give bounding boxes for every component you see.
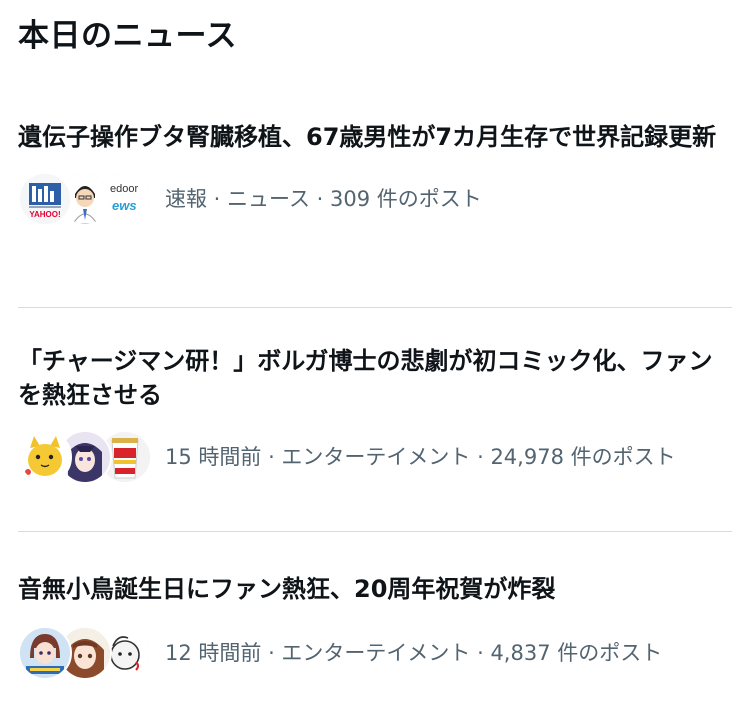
idolmaster-avatar-icon [18,626,72,680]
news-meta-text: 15 時間前 · エンターテイメント · 24,978 件のポスト [165,445,676,469]
section-title: 本日のニュース [18,18,237,54]
news-meta-row: YAHOO! edoor ews 速報 · ニュース · 309 件のポスト [18,172,732,226]
news-headline[interactable]: 遺伝子操作ブタ腎臓移植、67歳男性が7カ月生存で世界記録更新 [18,120,718,154]
yahoo-news-logo-icon: YAHOO! [18,172,72,226]
news-meta-text: 速報 · ニュース · 309 件のポスト [165,187,482,211]
avatar-logo-text: YAHOO! [29,210,60,219]
news-headline[interactable]: 音無小鳥誕生日にファン熱狂、20周年祝賀が炸裂 [18,572,718,606]
news-item[interactable]: 遺伝子操作ブタ腎臓移植、67歳男性が7カ月生存で世界記録更新 YAHOO! ed… [18,120,732,226]
avatar-stack [18,626,152,680]
avatar-stack [18,430,152,484]
news-item[interactable]: 音無小鳥誕生日にファン熱狂、20周年祝賀が炸裂 12 時間前 · エンターテイメ… [18,572,732,680]
trending-news-panel: 本日のニュース 遺伝子操作ブタ腎臓移植、67歳男性が7カ月生存で世界記録更新 Y… [0,0,745,716]
avatar-logo-text: edoor [110,183,138,195]
news-meta-row: 15 時間前 · エンターテイメント · 24,978 件のポスト [18,430,732,484]
news-meta-text: 12 時間前 · エンターテイメント · 4,837 件のポスト [165,641,663,665]
news-meta-row: 12 時間前 · エンターテイメント · 4,837 件のポスト [18,626,732,680]
news-item[interactable]: 「チャージマン研！」ボルガ博士の悲劇が初コミック化、ファンを熱狂させる 15 時… [18,344,732,484]
yellow-cat-character-avatar-icon [18,430,72,484]
divider [18,531,732,532]
divider [18,307,732,308]
news-headline[interactable]: 「チャージマン研！」ボルガ博士の悲劇が初コミック化、ファンを熱狂させる [18,344,718,412]
avatar-logo-text: ews [112,198,137,213]
avatar-stack: YAHOO! edoor ews [18,172,152,226]
